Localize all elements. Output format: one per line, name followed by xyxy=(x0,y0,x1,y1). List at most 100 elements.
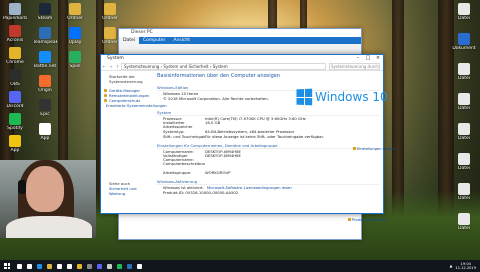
back-arrow-icon[interactable]: ← xyxy=(103,64,106,69)
desktop-icon[interactable]: Battle.net xyxy=(33,51,57,73)
desktop-icon[interactable]: Ordner xyxy=(63,3,87,25)
start-button[interactable] xyxy=(0,260,14,272)
taskbar-item[interactable] xyxy=(84,260,94,272)
system-tray: ▲ 19:04 11.12.2019 xyxy=(450,262,480,270)
minimize-icon[interactable]: – xyxy=(353,55,363,62)
webcam-person-face xyxy=(26,166,64,212)
desktop-icon-label: Battle.net xyxy=(33,64,57,69)
taskbar-item[interactable] xyxy=(24,260,34,272)
desktop-icon[interactable]: Datei xyxy=(452,183,476,205)
desktop-icon[interactable]: Origin xyxy=(33,75,57,97)
taskbar-item[interactable] xyxy=(14,260,24,272)
store-icon xyxy=(56,263,62,269)
taskbar-item[interactable] xyxy=(94,260,104,272)
change-key-label: Product Key ändern xyxy=(352,218,388,222)
desktop-icon-label: Papierkorb xyxy=(3,16,27,21)
windows-start-icon xyxy=(4,263,10,269)
address-path[interactable]: Systemsteuerung › System und Sicherheit … xyxy=(121,62,326,70)
desktop-icon[interactable]: Datei xyxy=(452,213,476,235)
desktop-icon-label: Epic xyxy=(40,112,50,117)
sidebar-item-advanced[interactable]: Erweiterte Systemeinstellungen xyxy=(101,103,167,108)
taskbar-item[interactable] xyxy=(54,260,64,272)
ribbon-tab-view[interactable]: Ansicht xyxy=(169,37,194,44)
ribbon-tab-computer[interactable]: Computer xyxy=(139,37,169,44)
pen-touch-value: Für diese Anzeige ist keine Stift- oder … xyxy=(205,134,324,139)
desktop-icon-label: App xyxy=(40,136,50,141)
spotify-icon xyxy=(116,263,122,269)
desktop-icon-label: Acronis xyxy=(6,38,24,43)
change-product-key-link[interactable]: Product Key ändern xyxy=(348,218,387,222)
workgroup-label: Arbeitsgruppe: xyxy=(163,170,192,175)
taskbar-item[interactable] xyxy=(34,260,44,272)
desktop-icon[interactable]: Teamspeak xyxy=(33,27,57,49)
desktop-icon[interactable]: Datei xyxy=(452,123,476,145)
chrome-icon xyxy=(76,263,82,269)
close-icon[interactable]: × xyxy=(373,55,383,62)
sidebar-start-link[interactable]: Startseite der Systemsteuerung xyxy=(101,71,153,88)
desktop-icon[interactable]: Papierkorb xyxy=(3,3,27,25)
desktop-icon[interactable]: Spotify xyxy=(3,113,27,135)
security-link[interactable]: Sicherheit und Wartung xyxy=(109,186,153,196)
network-icon[interactable]: ▲ xyxy=(450,264,453,268)
description-value xyxy=(205,162,379,170)
file-icon xyxy=(458,63,470,75)
desktop-icon[interactable]: Datei xyxy=(452,93,476,115)
desktop-icon-label: Datei xyxy=(457,136,470,141)
desktop-icon-label: Datei xyxy=(457,16,470,21)
taskbar-item[interactable] xyxy=(74,260,84,272)
taskbar-item[interactable] xyxy=(124,260,134,272)
desktop-icon[interactable]: Uplay xyxy=(63,27,87,49)
maximize-icon[interactable]: □ xyxy=(363,55,373,62)
taskbar-item[interactable] xyxy=(104,260,114,272)
desktop-icon[interactable]: Epic xyxy=(33,99,57,121)
app-icon xyxy=(39,123,51,135)
webcam-person-shirt xyxy=(6,216,92,238)
teamspeak-icon xyxy=(126,263,132,269)
taskbar-item[interactable] xyxy=(134,260,144,272)
desktop-icon[interactable]: App xyxy=(33,123,57,145)
desktop-icon-label: Datei xyxy=(457,226,470,231)
forward-arrow-icon[interactable]: → xyxy=(109,64,112,69)
taskbar-item[interactable] xyxy=(44,260,54,272)
desktop-icon[interactable]: Datei xyxy=(452,153,476,175)
change-settings-label: Einstellungen ändern xyxy=(357,147,396,151)
desktop-icon[interactable]: Chrome xyxy=(3,47,27,69)
shield-icon xyxy=(348,218,351,221)
file-icon xyxy=(458,93,470,105)
webcam-overlay xyxy=(0,160,96,238)
desktop-icon[interactable]: OBS xyxy=(3,69,27,91)
system-titlebar[interactable]: System – □ × xyxy=(101,55,383,62)
taskbar-item[interactable] xyxy=(114,260,124,272)
product-id: Produkt-ID: 00326-10000-00000-AA502 xyxy=(163,190,239,195)
search-input[interactable]: Systemsteuerung durchsuchen xyxy=(329,62,380,70)
desktop-icon[interactable]: Dokument xyxy=(452,33,476,55)
desktop-icon-label: Ordner xyxy=(102,16,118,21)
desktop-icon[interactable]: App xyxy=(3,135,27,157)
windows-logo-text: Windows 10 xyxy=(315,90,388,104)
teamspeak-icon xyxy=(39,27,51,39)
desktop-icon[interactable]: Datei xyxy=(452,3,476,25)
taskbar-icons xyxy=(14,260,144,272)
desktop-icon[interactable]: Ordner xyxy=(98,3,122,25)
desktop-icon[interactable]: Spiel xyxy=(63,51,87,73)
ram-label: Installierter Arbeitsspeicher (RAM): xyxy=(163,121,193,129)
app-icon xyxy=(9,25,21,37)
clock[interactable]: 19:04 11.12.2019 xyxy=(455,262,476,270)
explorer-icon xyxy=(46,263,52,269)
system-window[interactable]: System – □ × ← → ↑ Systemsteuerung › Sys… xyxy=(100,54,395,222)
desktop-icon[interactable]: Steam xyxy=(33,3,57,25)
headset-icon xyxy=(18,180,26,194)
obs-icon xyxy=(9,69,21,81)
taskbar: ▲ 19:04 11.12.2019 xyxy=(0,260,480,272)
desktop-icon[interactable]: Datei xyxy=(452,63,476,85)
up-arrow-icon[interactable]: ↑ xyxy=(116,64,119,69)
change-settings-link[interactable]: Einstellungen ändern xyxy=(353,147,395,151)
desktop-icon[interactable]: Acronis xyxy=(3,25,27,47)
file-icon xyxy=(458,183,470,195)
ribbon-tab-file[interactable]: Datei xyxy=(119,37,140,44)
task-view-icon xyxy=(26,263,32,269)
desktop-icon-label: Chrome xyxy=(6,60,24,65)
full-name-value: DESKTOP-J6M4H8E xyxy=(205,154,241,158)
taskbar-item[interactable] xyxy=(64,260,74,272)
desktop-icon[interactable]: Discord xyxy=(3,91,27,113)
